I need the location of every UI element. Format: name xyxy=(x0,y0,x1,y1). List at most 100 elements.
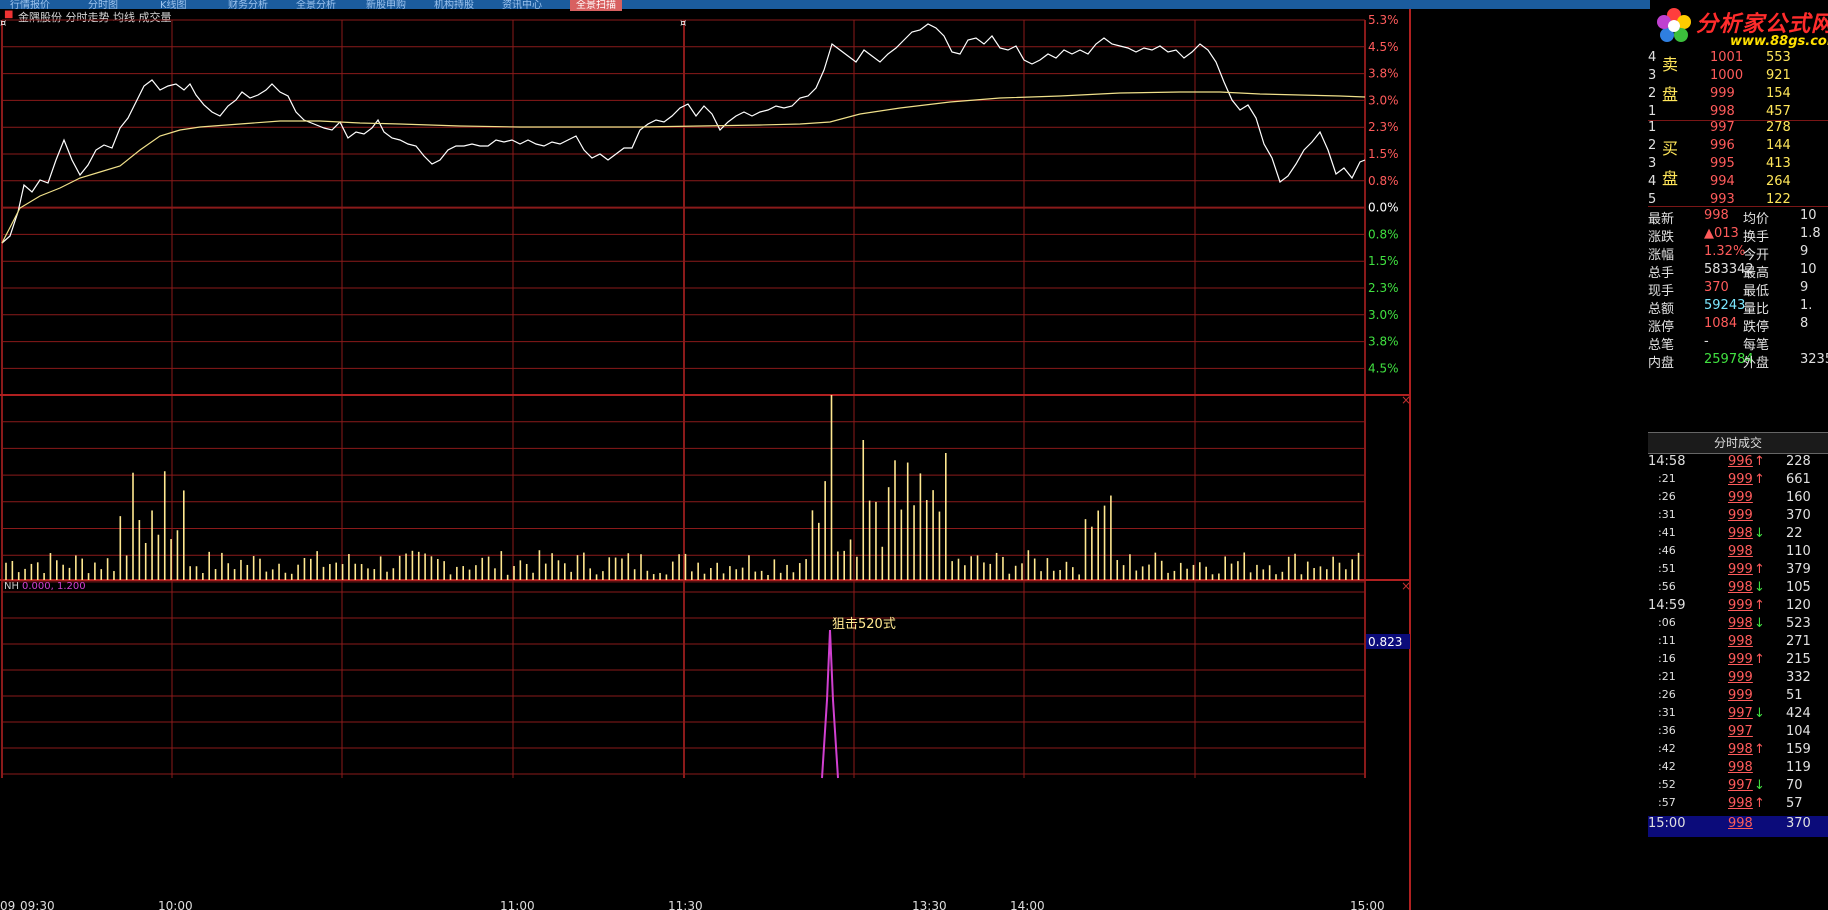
order-volume: 553 xyxy=(1766,50,1791,65)
intraday-chart[interactable]: 5.3% 4.5% 3.8% 3.0% 2.3% 1.5% 0.8% 0.0% 0.8% 1.5%… xyxy=(0,0,1648,910)
stat-label: 总笔 xyxy=(1648,338,1675,353)
price-axis-label: 3.8% xyxy=(1368,67,1399,81)
order-level: 2 xyxy=(1648,86,1657,101)
price-axis-label: 3.8% xyxy=(1368,335,1399,349)
stat-value: 1.32% xyxy=(1704,244,1746,259)
stat-value: 9 xyxy=(1800,244,1809,259)
tick-time: :42 xyxy=(1658,760,1676,773)
tick-volume: 120 xyxy=(1786,598,1811,613)
stat-value: 1.8 xyxy=(1800,226,1821,241)
tick-volume: 228 xyxy=(1786,454,1811,469)
stat-value: 10 xyxy=(1800,262,1817,277)
stat-label: 换手 xyxy=(1743,230,1770,245)
stat-label: 总手 xyxy=(1648,266,1675,281)
time-axis-prefix: 09 xyxy=(0,899,15,910)
stat-value: 59243 xyxy=(1704,298,1746,313)
stat-label: 跌停 xyxy=(1743,320,1770,335)
stat-row[interactable]: 内盘259784外盘3235 xyxy=(1648,352,1828,373)
tick-volume: 370 xyxy=(1786,816,1811,831)
down-arrow-icon: ↓ xyxy=(1754,580,1765,595)
tick-time: :26 xyxy=(1658,490,1676,503)
stat-label: 最低 xyxy=(1743,284,1770,299)
ticks-title[interactable]: 分时成交 xyxy=(1648,432,1828,454)
tick-price: 999 xyxy=(1728,508,1753,523)
stat-label: 均价 xyxy=(1743,212,1770,227)
tick-volume: 159 xyxy=(1786,742,1811,757)
stat-value: 1. xyxy=(1800,298,1813,313)
indicator-value: 0.823 xyxy=(1368,635,1402,649)
tick-price: 998 xyxy=(1728,742,1753,757)
order-level: 1 xyxy=(1648,120,1657,135)
order-level: 2 xyxy=(1648,138,1657,153)
time-axis-label: 10:00 xyxy=(158,899,193,910)
stat-label: 涨跌 xyxy=(1648,230,1675,245)
order-level: 4 xyxy=(1648,174,1657,189)
close-icon[interactable]: × xyxy=(1401,579,1411,593)
time-axis-label: 13:30 xyxy=(912,899,947,910)
tick-time: :41 xyxy=(1658,526,1676,539)
stat-value: 3235 xyxy=(1800,352,1828,367)
stat-label: 现手 xyxy=(1648,284,1675,299)
tick-price: 998 xyxy=(1728,796,1753,811)
tick-time: :31 xyxy=(1658,508,1676,521)
indicator-name: NH xyxy=(4,581,19,592)
tick-volume: 22 xyxy=(1786,526,1803,541)
down-arrow-icon: ↓ xyxy=(1754,778,1765,793)
stat-label: 今开 xyxy=(1743,248,1770,263)
order-price: 995 xyxy=(1710,156,1735,171)
tick-time: 14:59 xyxy=(1648,598,1686,613)
price-axis-label: 1.5% xyxy=(1368,147,1399,161)
order-price: 1000 xyxy=(1710,68,1744,83)
indicator-params: 0.000, 1.200 xyxy=(22,581,86,592)
down-arrow-icon: ↓ xyxy=(1754,616,1765,631)
stat-label: 涨幅 xyxy=(1648,248,1675,263)
tick-time: :21 xyxy=(1658,472,1676,485)
order-volume: 278 xyxy=(1766,120,1791,135)
price-axis-label: 4.5% xyxy=(1368,40,1399,54)
price-axis-label: 2.3% xyxy=(1368,281,1399,295)
tick-volume: 332 xyxy=(1786,670,1811,685)
tick-time: :16 xyxy=(1658,652,1676,665)
tick-volume: 379 xyxy=(1786,562,1811,577)
logo: 分析家公式网 www.88gs.com xyxy=(1650,0,1828,56)
tick-volume: 523 xyxy=(1786,616,1811,631)
marker-icon: ¤ xyxy=(680,18,686,29)
stat-value: ▲013 xyxy=(1704,226,1739,241)
tick-price: 998 xyxy=(1728,616,1753,631)
tick-time: :51 xyxy=(1658,562,1676,575)
order-volume: 122 xyxy=(1766,192,1791,207)
stat-value: 998 xyxy=(1704,208,1729,223)
stat-label: 外盘 xyxy=(1743,356,1770,371)
tick-time: 14:58 xyxy=(1648,454,1686,469)
tick-price: 999 xyxy=(1728,490,1753,505)
order-level: 1 xyxy=(1648,104,1657,119)
time-axis-label: 09:30 xyxy=(20,899,55,910)
price-axis-label: 3.0% xyxy=(1368,308,1399,322)
tick-volume: 215 xyxy=(1786,652,1811,667)
tick-price: 999 xyxy=(1728,562,1753,577)
stat-label: 最新 xyxy=(1648,212,1675,227)
tick-row[interactable]: 15:00 998 370 xyxy=(1648,816,1828,837)
price-axis-label: 0.8% xyxy=(1368,174,1399,188)
down-arrow-icon: ↓ xyxy=(1754,706,1765,721)
close-icon[interactable]: × xyxy=(1401,393,1411,407)
tick-price: 998 xyxy=(1728,544,1753,559)
tick-volume: 105 xyxy=(1786,580,1811,595)
time-axis-label: 11:30 xyxy=(668,899,703,910)
tick-price: 998 xyxy=(1728,634,1753,649)
stat-value: 9 xyxy=(1800,280,1809,295)
tick-volume: 271 xyxy=(1786,634,1811,649)
tick-price: 997 xyxy=(1728,724,1753,739)
stat-value: - xyxy=(1704,334,1709,349)
stat-value: 10 xyxy=(1800,208,1817,223)
order-price: 993 xyxy=(1710,192,1735,207)
up-arrow-icon: ↑ xyxy=(1754,742,1765,757)
tick-row[interactable]: :57 998 ↑ 57 xyxy=(1648,796,1828,817)
stat-label: 涨停 xyxy=(1648,320,1675,335)
stat-label: 内盘 xyxy=(1648,356,1675,371)
tick-time: :36 xyxy=(1658,724,1676,737)
tick-price: 997 xyxy=(1728,706,1753,721)
tick-price: 998 xyxy=(1728,526,1753,541)
signal-spike xyxy=(821,629,839,779)
tick-price: 998 xyxy=(1728,580,1753,595)
